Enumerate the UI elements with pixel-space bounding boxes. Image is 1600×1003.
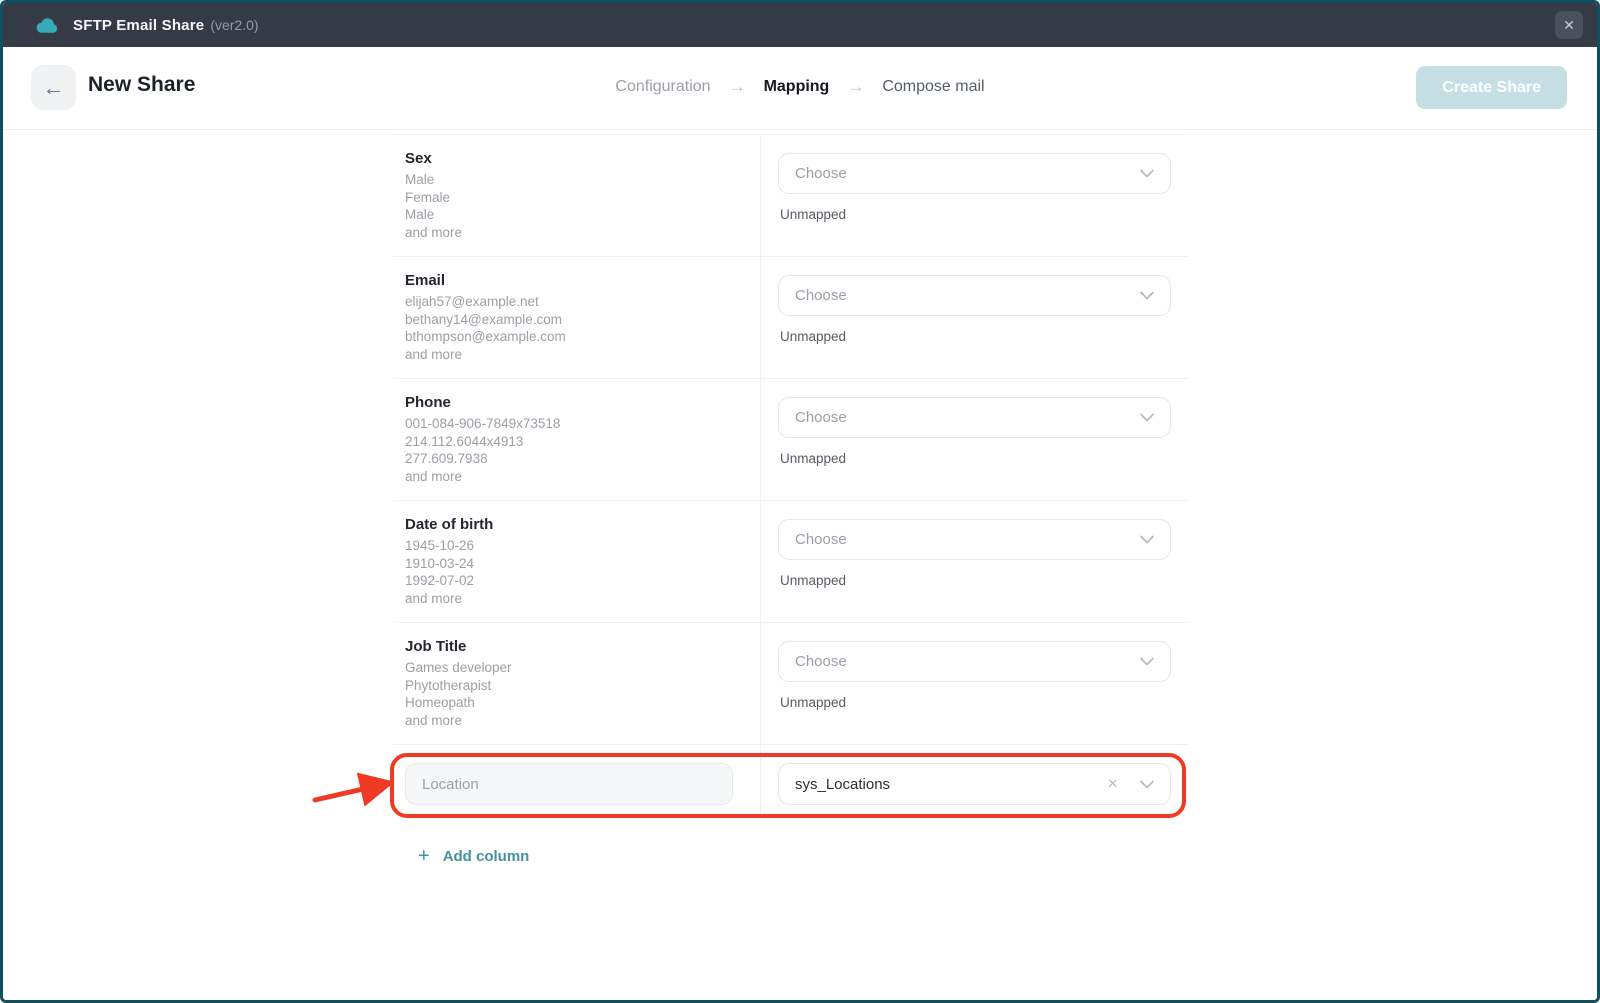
close-button[interactable]: ✕ [1555,11,1583,39]
sample-value: 214.112.6044x4913 [405,433,750,451]
create-share-button[interactable]: Create Share [1416,66,1567,109]
sample-value: 277.609.7938 [405,450,750,468]
step-arrow-icon: → [847,77,864,97]
mapping-cell: Choose Unmapped [760,379,1188,500]
dropdown-placeholder: Choose [795,287,1140,304]
field-name: Job Title [405,638,750,655]
mapping-table: Sex MaleFemaleMale and more Choose Unmap… [393,134,1188,820]
source-field-cell: Sex MaleFemaleMale and more [393,135,760,256]
sample-value: bethany14@example.com [405,311,750,329]
chevron-down-icon [1140,535,1154,544]
column-divider [760,134,761,820]
add-column-label: Add column [443,848,530,865]
new-column-name-input[interactable] [405,763,733,805]
dropdown-placeholder: Choose [795,165,1140,182]
stepper: Configuration → Mapping → Compose mail [3,77,1597,97]
source-field-cell: Phone 001-084-906-7849x73518214.112.6044… [393,379,760,500]
source-field-cell: Job Title Games developerPhytotherapistH… [393,623,760,744]
app-version: (ver2.0) [210,17,258,33]
dropdown-placeholder: Choose [795,409,1140,426]
source-field-cell: Date of birth 1945-10-261910-03-241992-0… [393,501,760,622]
sample-value: Male [405,171,750,189]
sample-value: Games developer [405,659,750,677]
sample-value: elijah57@example.net [405,293,750,311]
dropdown-placeholder: Choose [795,531,1140,548]
field-name: Sex [405,150,750,167]
mapping-dropdown[interactable]: Choose [778,275,1171,316]
mapping-cell: Choose Unmapped [760,501,1188,622]
step-compose-mail[interactable]: Compose mail [882,78,984,96]
mapping-row: Date of birth 1945-10-261910-03-241992-0… [393,500,1188,622]
sample-value: 1992-07-02 [405,572,750,590]
status-unmapped: Unmapped [780,329,1188,344]
source-field-cell: Email elijah57@example.netbethany14@exam… [393,257,760,378]
mapping-cell: Choose Unmapped [760,257,1188,378]
sample-value: Male [405,206,750,224]
mapping-dropdown[interactable]: Choose [778,397,1171,438]
mapping-rows: Sex MaleFemaleMale and more Choose Unmap… [393,134,1188,744]
status-unmapped: Unmapped [780,573,1188,588]
add-column-button[interactable]: + Add column [418,846,529,866]
field-name: Date of birth [405,516,750,533]
sample-value: Homeopath [405,694,750,712]
dropdown-selected-value: sys_Locations [795,776,1107,793]
field-name: Phone [405,394,750,411]
mapping-cell: Choose Unmapped [760,135,1188,256]
chevron-down-icon [1140,169,1154,178]
status-unmapped: Unmapped [780,207,1188,222]
page-header: ← New Share Configuration → Mapping → Co… [3,47,1597,130]
mapping-row: Email elijah57@example.netbethany14@exam… [393,256,1188,378]
field-samples: Games developerPhytotherapistHomeopath [405,659,750,712]
field-samples: 1945-10-261910-03-241992-07-02 [405,537,750,590]
sample-value: 1945-10-26 [405,537,750,555]
mapping-row: Job Title Games developerPhytotherapistH… [393,622,1188,744]
sample-value: Phytotherapist [405,677,750,695]
sample-value: 001-084-906-7849x73518 [405,415,750,433]
dropdown-placeholder: Choose [795,653,1140,670]
mapping-cell: Choose Unmapped [760,623,1188,744]
sample-value: 1910-03-24 [405,555,750,573]
field-more: and more [405,468,750,486]
chevron-down-icon [1140,780,1154,789]
step-configuration[interactable]: Configuration [615,78,710,96]
field-more: and more [405,346,750,364]
title-bar: SFTP Email Share (ver2.0) ✕ [3,3,1597,47]
field-name: Email [405,272,750,289]
annotation-arrow-icon [303,769,403,813]
field-samples: 001-084-906-7849x73518214.112.6044x49132… [405,415,750,468]
app-title: SFTP Email Share [73,17,204,34]
field-more: and more [405,712,750,730]
new-column-mapping-dropdown[interactable]: sys_Locations ✕ [778,763,1171,805]
chevron-down-icon [1140,413,1154,422]
sample-value: Female [405,189,750,207]
mapping-dropdown[interactable]: Choose [778,153,1171,194]
new-column-row: sys_Locations ✕ [393,744,1188,820]
mapping-row: Phone 001-084-906-7849x73518214.112.6044… [393,378,1188,500]
app-window: SFTP Email Share (ver2.0) ✕ ← New Share … [0,0,1600,1003]
step-mapping[interactable]: Mapping [764,78,830,96]
sample-value: bthompson@example.com [405,328,750,346]
step-arrow-icon: → [729,77,746,97]
status-unmapped: Unmapped [780,695,1188,710]
clear-selection-icon[interactable]: ✕ [1107,776,1118,792]
chevron-down-icon [1140,657,1154,666]
mapping-dropdown[interactable]: Choose [778,519,1171,560]
mapping-dropdown[interactable]: Choose [778,641,1171,682]
field-more: and more [405,224,750,242]
plus-icon: + [418,846,430,866]
field-samples: elijah57@example.netbethany14@example.co… [405,293,750,346]
mapping-row: Sex MaleFemaleMale and more Choose Unmap… [393,134,1188,256]
cloud-icon [33,16,59,34]
close-icon: ✕ [1563,17,1575,34]
status-unmapped: Unmapped [780,451,1188,466]
field-samples: MaleFemaleMale [405,171,750,224]
chevron-down-icon [1140,291,1154,300]
field-more: and more [405,590,750,608]
